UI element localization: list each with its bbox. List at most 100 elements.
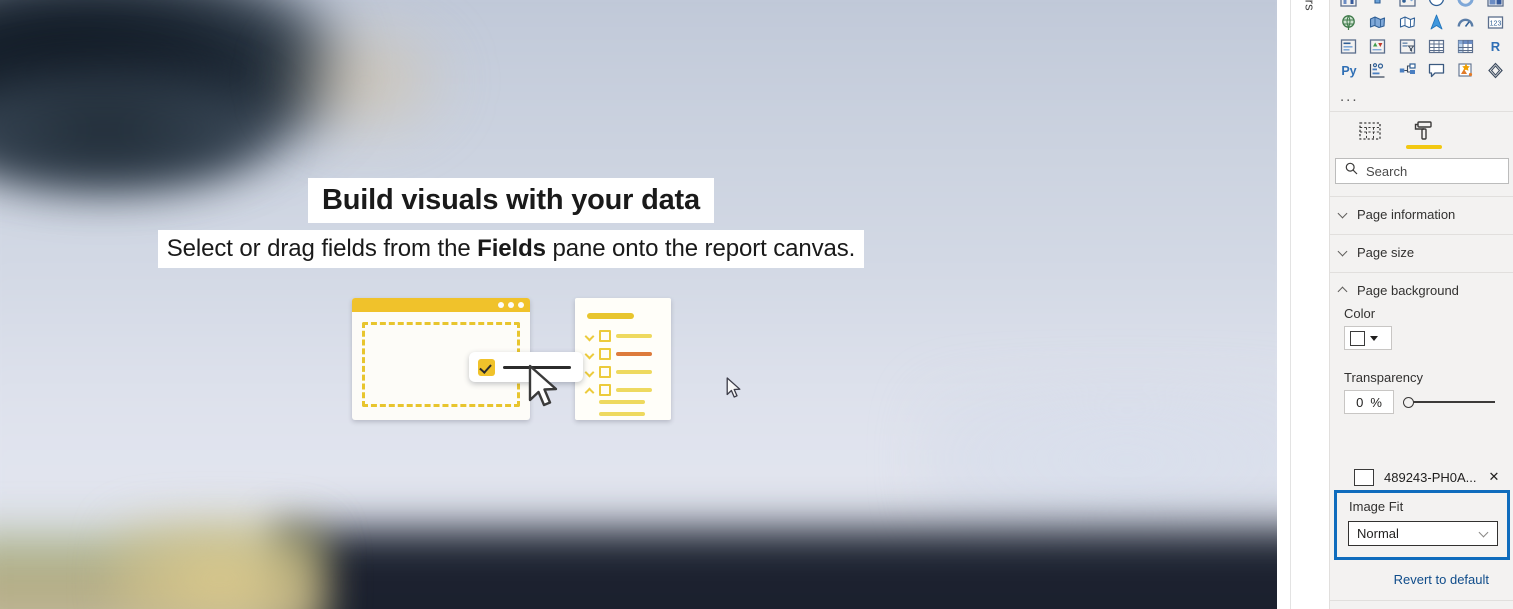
background-blur-shape-bottom [272, 512, 1277, 609]
section-page-background-header[interactable]: Page background [1330, 273, 1513, 307]
illustration-field-line [599, 400, 645, 404]
slider-track [1409, 401, 1495, 403]
power-bi-report-view: Build visuals with your data Select or d… [0, 0, 1513, 609]
key-influencers-icon[interactable] [1368, 60, 1388, 80]
image-fit-label: Image Fit [1349, 499, 1404, 514]
pie-chart-icon[interactable] [1427, 0, 1447, 8]
illustration-window-titlebar [352, 298, 530, 312]
transparency-unit: % [1370, 394, 1382, 410]
scatter-chart-icon[interactable] [1397, 0, 1417, 8]
section-page-background[interactable]: Page background [1330, 272, 1513, 307]
svg-text:123: 123 [1489, 20, 1501, 27]
multi-row-card-icon[interactable] [1339, 36, 1359, 56]
pane-bottom-divider [1330, 600, 1513, 601]
transparency-input[interactable]: 0 % [1344, 390, 1394, 414]
transparency-slider[interactable] [1403, 394, 1495, 410]
illustration-field-line [616, 334, 652, 338]
illustration-window-dots [498, 302, 524, 308]
color-picker-button[interactable] [1344, 326, 1392, 350]
kpi-icon[interactable] [1368, 36, 1388, 56]
more-visuals-button[interactable]: ... [1340, 89, 1359, 104]
color-label: Color [1344, 306, 1376, 321]
table-icon[interactable] [1427, 36, 1447, 56]
search-input[interactable] [1364, 162, 1496, 180]
chevron-down-icon [585, 350, 594, 359]
transparency-label: Transparency [1344, 370, 1423, 385]
image-fit-dropdown[interactable]: Normal [1348, 521, 1498, 546]
shape-map-icon[interactable] [1397, 12, 1417, 32]
pane-tab-strip [1330, 114, 1513, 152]
smart-narrative-icon[interactable] [1456, 60, 1476, 80]
section-page-information[interactable]: Page information [1330, 196, 1513, 231]
section-page-size[interactable]: Page size [1330, 234, 1513, 269]
pane-divider [1330, 111, 1513, 112]
paint-roller-icon [1413, 120, 1435, 146]
chevron-down-icon [1338, 247, 1349, 258]
subtitle-text-bold: Fields [477, 234, 546, 262]
revert-to-default-link[interactable]: Revert to default [1330, 572, 1513, 587]
checkbox-icon [599, 384, 611, 396]
illustration-list-header [587, 313, 634, 319]
checkbox-icon [599, 348, 611, 360]
slicer-icon[interactable] [1397, 36, 1417, 56]
slider-thumb[interactable] [1403, 396, 1414, 408]
fields-grid-icon [1359, 121, 1381, 145]
card-icon[interactable]: 123 [1485, 12, 1505, 32]
illustration-tooltip [469, 352, 583, 382]
r-script-visual-icon[interactable]: R [1485, 36, 1505, 56]
background-blur-shape-warm [280, 20, 450, 140]
illustration-cursor-icon [527, 364, 561, 408]
filters-pane-collapsed[interactable]: ers [1290, 0, 1330, 609]
subtitle-text-after: pane onto the report canvas. [545, 234, 856, 262]
visualization-types-grid: 123 R Py [1334, 0, 1510, 82]
background-image-name: 489243-PH0A... [1384, 469, 1477, 485]
image-fit-highlight: Image Fit Normal [1334, 490, 1510, 560]
search-box[interactable] [1335, 158, 1509, 184]
illustration-field-line [616, 388, 652, 392]
page-background-settings: Color Transparency 0 % [1330, 306, 1513, 414]
matrix-icon[interactable] [1456, 36, 1476, 56]
gauge-icon[interactable] [1456, 12, 1476, 32]
visualizations-pane: 123 R Py ... Search Page information Pag… [1329, 0, 1513, 609]
filters-pane-label: ers [1302, 0, 1318, 11]
section-page-information-header[interactable]: Page information [1330, 197, 1513, 231]
svg-text:R: R [1491, 39, 1501, 54]
close-icon[interactable]: ✕ [1489, 469, 1500, 485]
treemap-icon[interactable] [1485, 0, 1505, 8]
map-icon[interactable] [1339, 12, 1359, 32]
format-tab[interactable] [1397, 114, 1451, 152]
checkmark-icon [478, 359, 495, 376]
chevron-down-icon [585, 332, 594, 341]
subtitle-text-before: Select or drag fields from the [166, 234, 478, 262]
image-fit-value: Normal [1357, 526, 1399, 541]
decomposition-tree-icon[interactable] [1397, 60, 1417, 80]
section-page-size-label: Page size [1357, 244, 1415, 260]
image-thumbnail-icon [1354, 468, 1374, 486]
build-visuals-illustration [351, 296, 673, 424]
page-subtitle: Select or drag fields from the Fields pa… [157, 229, 865, 269]
transparency-value: 0 [1356, 394, 1364, 410]
chevron-down-icon [1338, 209, 1349, 220]
paginated-report-icon[interactable] [1485, 60, 1505, 80]
search-icon [1345, 162, 1358, 180]
checkbox-icon [599, 330, 611, 342]
illustration-field-line [616, 370, 652, 374]
background-blur-field-highlight [110, 515, 330, 609]
illustration-fields-list [575, 298, 671, 420]
empty-canvas-message: Build visuals with your data Select or d… [0, 178, 1022, 269]
qna-icon[interactable] [1427, 60, 1447, 80]
section-page-size-header[interactable]: Page size [1330, 235, 1513, 269]
mouse-cursor-icon [726, 377, 742, 400]
arcgis-map-icon[interactable] [1427, 12, 1447, 32]
donut-chart-icon[interactable] [1456, 0, 1476, 8]
python-visual-icon[interactable]: Py [1339, 60, 1359, 80]
funnel-chart-icon[interactable] [1368, 0, 1388, 8]
fields-tab[interactable] [1343, 114, 1397, 152]
transparency-control: 0 % [1344, 390, 1513, 414]
report-canvas[interactable]: Build visuals with your data Select or d… [0, 0, 1277, 609]
illustration-field-line-active [616, 352, 652, 356]
filled-map-icon[interactable] [1368, 12, 1388, 32]
section-page-background-label: Page background [1357, 282, 1459, 298]
stacked-column-chart-icon[interactable] [1339, 0, 1359, 8]
illustration-field-line [599, 412, 645, 416]
